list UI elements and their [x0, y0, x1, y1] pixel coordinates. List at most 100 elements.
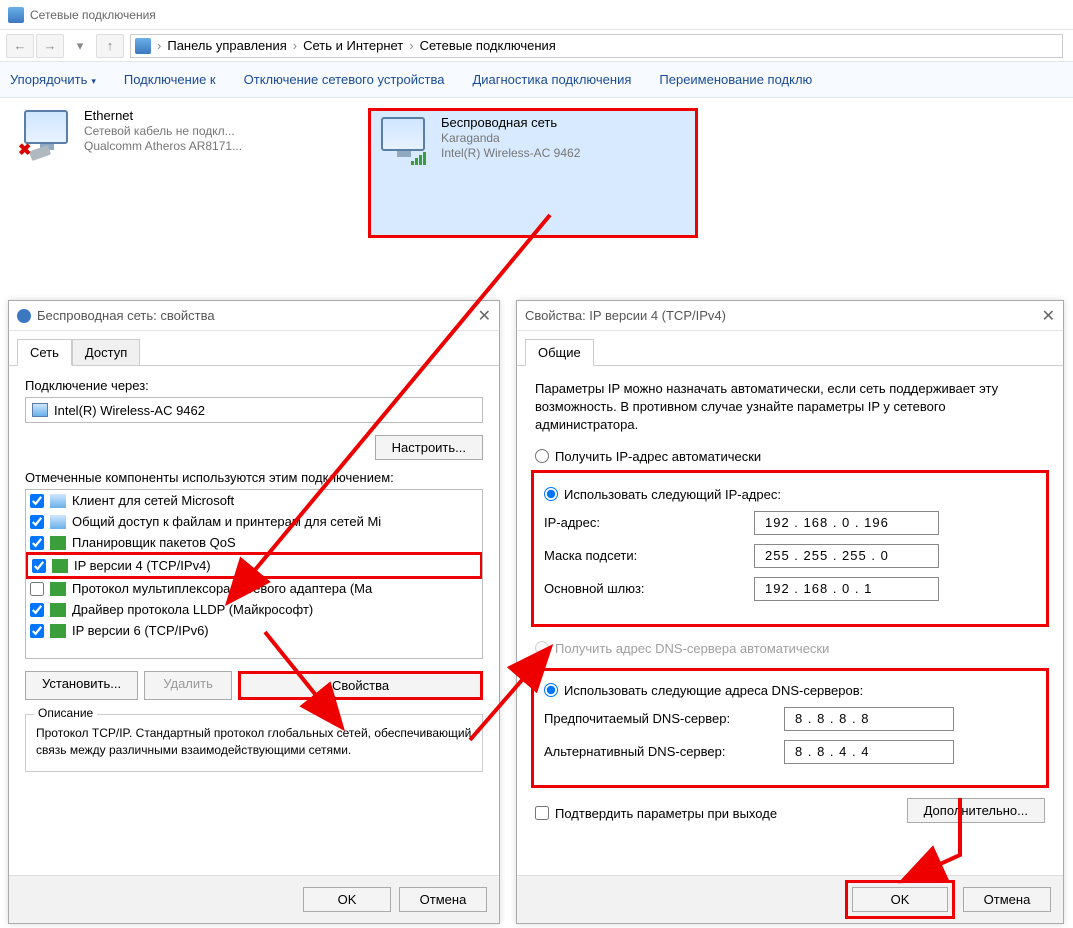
list-item: Протокол мультиплексора сетевого адаптер…: [26, 578, 482, 599]
gateway-label: Основной шлюз:: [544, 581, 754, 596]
dialog-footer: OK Отмена: [517, 875, 1063, 923]
components-list[interactable]: Клиент для сетей Microsoft Общий доступ …: [25, 489, 483, 659]
component-label: IP версии 6 (TCP/IPv6): [72, 623, 209, 638]
nic-icon: [32, 403, 48, 417]
cmd-rename[interactable]: Переименование подклю: [659, 72, 812, 87]
confirm-label: Подтвердить параметры при выходе: [555, 806, 777, 821]
component-checkbox[interactable]: [30, 515, 44, 529]
ok-button[interactable]: OK: [303, 887, 391, 912]
nav-forward-button[interactable]: →: [36, 34, 64, 58]
dns1-label: Предпочитаемый DNS-сервер:: [544, 711, 784, 726]
properties-button[interactable]: Свойства: [238, 671, 483, 700]
component-checkbox[interactable]: [30, 582, 44, 596]
radio-label: Использовать следующий IP-адрес:: [564, 487, 781, 502]
close-button[interactable]: ✕: [478, 306, 491, 326]
dialog-footer: OK Отмена: [9, 875, 499, 923]
description-legend: Описание: [34, 706, 97, 720]
radio-input[interactable]: [544, 683, 558, 697]
connection-ethernet[interactable]: ✖ Ethernet Сетевой кабель не подкл... Qu…: [18, 108, 348, 238]
tab-strip: Общие: [517, 331, 1063, 366]
tab-sharing[interactable]: Доступ: [72, 339, 140, 366]
address-box[interactable]: › Панель управления › Сеть и Интернет › …: [130, 34, 1063, 58]
list-item: IP версии 6 (TCP/IPv6): [26, 620, 482, 641]
component-checkbox[interactable]: [30, 603, 44, 617]
dialog-title-bar: Беспроводная сеть: свойства ✕: [9, 301, 499, 331]
dialog-body: Параметры IP можно назначать автоматичес…: [517, 366, 1063, 831]
confirm-on-exit-row[interactable]: Подтвердить параметры при выходе: [535, 806, 777, 821]
radio-auto-ip[interactable]: Получить IP-адрес автоматически: [535, 449, 1045, 464]
nav-history-button[interactable]: ▾: [66, 34, 94, 58]
radio-input[interactable]: [544, 487, 558, 501]
mask-label: Маска подсети:: [544, 548, 754, 563]
gateway-input[interactable]: 192 . 168 . 0 . 1: [754, 577, 939, 601]
cmd-connect[interactable]: Подключение к: [124, 72, 216, 87]
connection-adapter: Qualcomm Atheros AR8171...: [84, 139, 242, 153]
address-bar: ← → ▾ ↑ › Панель управления › Сеть и Инт…: [0, 30, 1073, 62]
advanced-button[interactable]: Дополнительно...: [907, 798, 1045, 823]
components-label: Отмеченные компоненты используются этим …: [25, 470, 483, 485]
network-icon: [8, 7, 24, 23]
cmd-organize[interactable]: Упорядочить: [10, 72, 96, 87]
component-label: Клиент для сетей Microsoft: [72, 493, 234, 508]
breadcrumb-seg-3[interactable]: Сетевые подключения: [416, 38, 560, 53]
cmd-diagnose[interactable]: Диагностика подключения: [472, 72, 631, 87]
component-label: IP версии 4 (TCP/IPv4): [74, 558, 211, 573]
component-icon: [50, 515, 66, 529]
tab-network[interactable]: Сеть: [17, 339, 72, 366]
dialog-title-bar: Свойства: IP версии 4 (TCP/IPv4) ✕: [517, 301, 1063, 331]
component-buttons: Установить... Удалить Свойства: [25, 671, 483, 700]
radio-label: Получить адрес DNS-сервера автоматически: [555, 641, 829, 656]
ip-address-input[interactable]: 192 . 168 . 0 . 196: [754, 511, 939, 535]
dns2-input[interactable]: 8 . 8 . 4 . 4: [784, 740, 954, 764]
component-label: Планировщик пакетов QoS: [72, 535, 236, 550]
cmd-disable[interactable]: Отключение сетевого устройства: [244, 72, 445, 87]
radio-input[interactable]: [535, 449, 549, 463]
radio-label: Использовать следующие адреса DNS-сервер…: [564, 683, 863, 698]
component-checkbox[interactable]: [32, 559, 46, 573]
component-icon: [52, 559, 68, 573]
ok-button[interactable]: OK: [852, 887, 948, 912]
list-item: Клиент для сетей Microsoft: [26, 490, 482, 511]
breadcrumb-sep: ›: [407, 38, 415, 53]
adapter-name-box: Intel(R) Wireless-AC 9462: [25, 397, 483, 423]
adapter-icon: [17, 309, 31, 323]
description-text: Протокол TCP/IP. Стандартный протокол гл…: [36, 725, 472, 759]
remove-button: Удалить: [144, 671, 232, 700]
intro-text: Параметры IP можно назначать автоматичес…: [535, 380, 1045, 435]
component-label: Драйвер протокола LLDP (Майкрософт): [72, 602, 313, 617]
component-checkbox[interactable]: [30, 536, 44, 550]
radio-manual-ip[interactable]: Использовать следующий IP-адрес:: [544, 487, 1036, 502]
connection-status: Сетевой кабель не подкл...: [84, 124, 242, 138]
dialog-title: Беспроводная сеть: свойства: [37, 308, 215, 323]
cancel-button[interactable]: Отмена: [399, 887, 487, 912]
adapter-name: Intel(R) Wireless-AC 9462: [54, 403, 205, 418]
list-item: Общий доступ к файлам и принтерам для се…: [26, 511, 482, 532]
component-checkbox[interactable]: [30, 494, 44, 508]
connect-via-label: Подключение через:: [25, 378, 483, 393]
connections-pane: ✖ Ethernet Сетевой кабель не подкл... Qu…: [0, 98, 1073, 248]
radio-manual-dns[interactable]: Использовать следующие адреса DNS-сервер…: [544, 683, 1036, 698]
nav-back-button[interactable]: ←: [6, 34, 34, 58]
breadcrumb-seg-2[interactable]: Сеть и Интернет: [299, 38, 407, 53]
list-item: Драйвер протокола LLDP (Майкрософт): [26, 599, 482, 620]
close-button[interactable]: ✕: [1042, 306, 1055, 326]
component-checkbox[interactable]: [30, 624, 44, 638]
connection-ssid: Karaganda: [441, 131, 580, 145]
nav-up-button[interactable]: ↑: [96, 34, 124, 58]
tab-general[interactable]: Общие: [525, 339, 594, 366]
subnet-mask-input[interactable]: 255 . 255 . 255 . 0: [754, 544, 939, 568]
tab-strip: Сеть Доступ: [9, 331, 499, 366]
configure-button[interactable]: Настроить...: [375, 435, 483, 460]
dns1-input[interactable]: 8 . 8 . 8 . 8: [784, 707, 954, 731]
confirm-checkbox[interactable]: [535, 806, 549, 820]
connection-title: Беспроводная сеть: [441, 115, 580, 130]
adapter-properties-dialog: Беспроводная сеть: свойства ✕ Сеть Досту…: [8, 300, 500, 924]
cancel-button[interactable]: Отмена: [963, 887, 1051, 912]
dialog-body: Подключение через: Intel(R) Wireless-AC …: [9, 366, 499, 780]
control-panel-icon: [135, 38, 151, 54]
connection-wifi[interactable]: Беспроводная сеть Karaganda Intel(R) Wir…: [368, 108, 698, 238]
breadcrumb-seg-1[interactable]: Панель управления: [163, 38, 290, 53]
breadcrumb-sep: ›: [291, 38, 299, 53]
connection-adapter: Intel(R) Wireless-AC 9462: [441, 146, 580, 160]
install-button[interactable]: Установить...: [25, 671, 138, 700]
